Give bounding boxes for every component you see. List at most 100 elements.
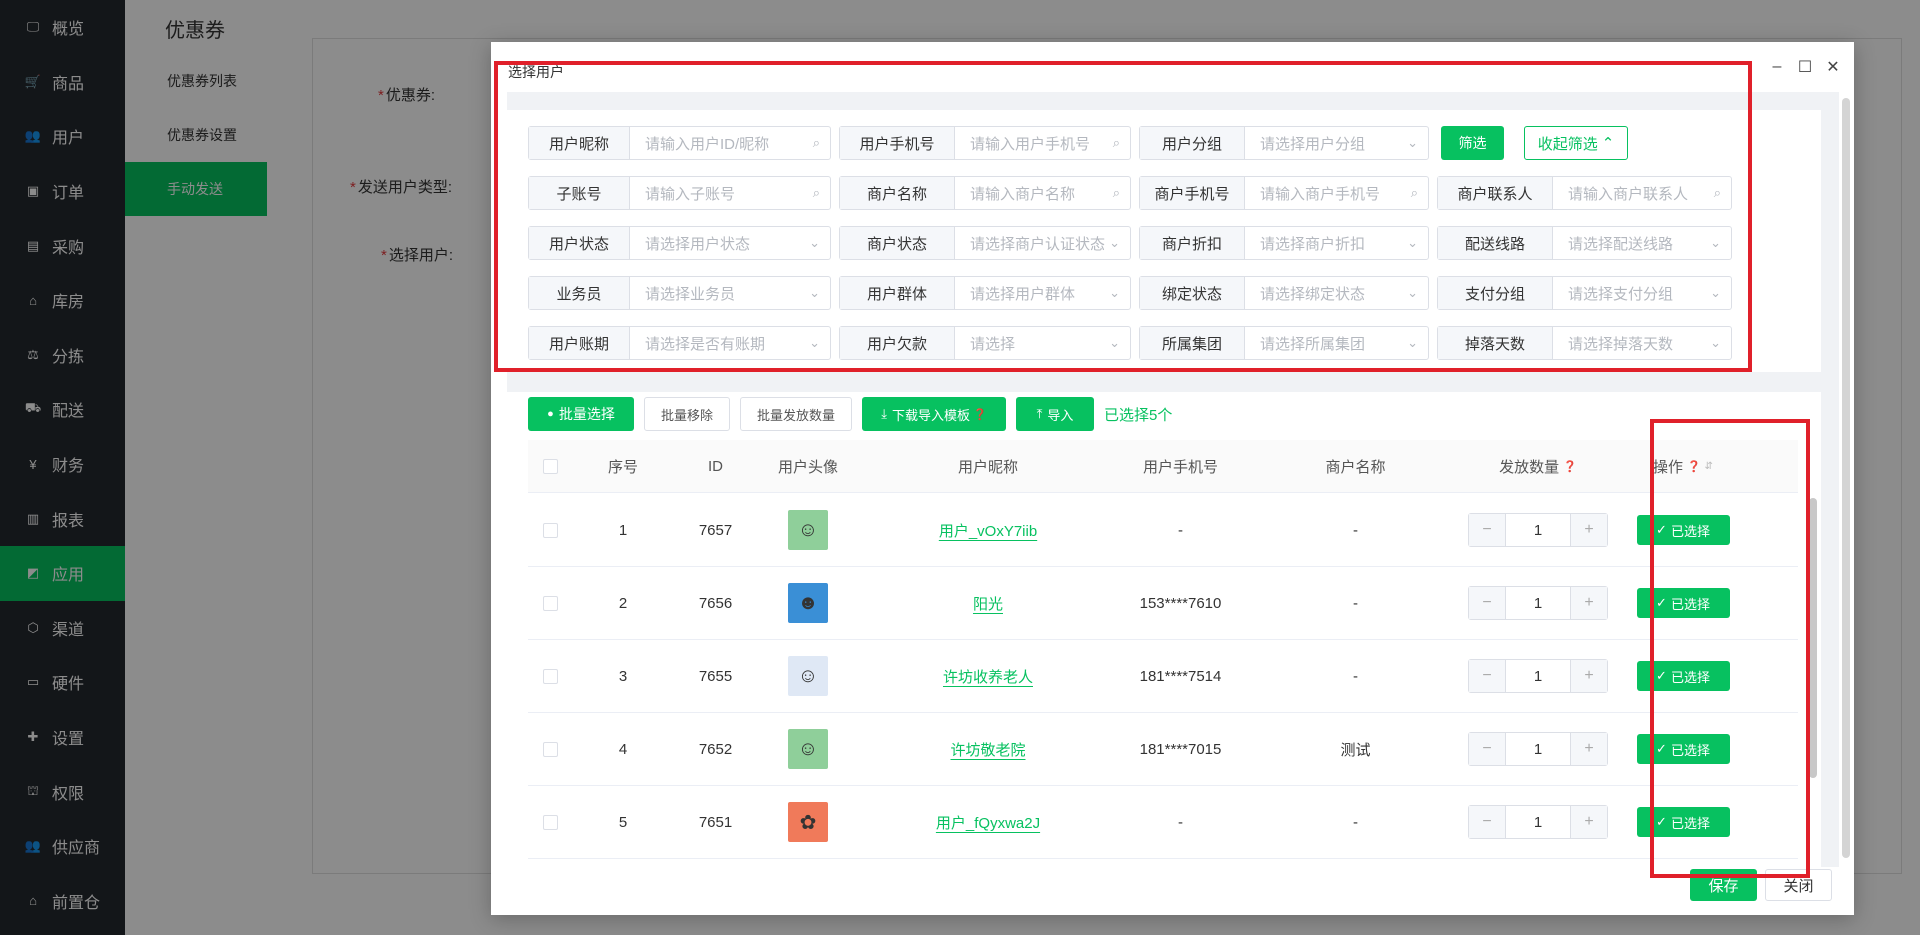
chevron-down-icon: ⌄ [1710,285,1721,300]
filter-select[interactable]: 请选择用户群体 ⌄ [955,277,1130,309]
collapse-filter-button[interactable]: 收起筛选 ⌃ [1524,126,1628,160]
filter-select[interactable]: 请选择掉落天数 ⌄ [1553,327,1731,359]
filter-row2-0: 子账号 请输入子账号 ⌕ [528,176,831,210]
nickname-link[interactable]: 用户_vOxY7iib [939,520,1037,541]
quantity-input[interactable]: 1 [1505,806,1571,838]
avatar: ✿ [788,802,828,842]
download-template-button[interactable]: ⤓ 下载导入模板 ❓ [862,397,1006,431]
table-row: 5 7651 ✿ 用户_fQyxwa2J - - −1 + ✓ 已选择 [528,786,1798,859]
quantity-input[interactable]: 1 [1505,587,1571,619]
upload-icon: ⤒ [1036,406,1043,421]
table-scrollbar[interactable] [1809,498,1817,778]
table-row: 3 7655 ☺ 许坊收养老人 181****7514 - −1 + ✓ 已选择 [528,640,1798,713]
quantity-stepper: −1 + [1468,513,1608,547]
row-checkbox[interactable] [543,595,558,611]
row-merchant: - [1353,594,1358,612]
filter-placeholder: 请选择绑定状态 [1260,285,1366,303]
row-merchant: 测试 [1340,741,1371,759]
nickname-link[interactable]: 许坊敬老院 [950,739,1025,760]
filter-button[interactable]: 筛选 [1441,126,1504,160]
row-index: 2 [618,594,628,612]
filter-select[interactable]: 请选择商户折扣 ⌄ [1245,227,1428,259]
save-button[interactable]: 保存 [1690,869,1757,901]
plus-icon[interactable]: + [1571,587,1607,619]
table-row: 2 7656 ☻ 阳光 153****7610 - −1 + ✓ 已选择 [528,567,1798,640]
quantity-stepper: −1 + [1468,586,1608,620]
collapse-filter-label: 收起筛选 [1537,135,1598,153]
selected-button[interactable]: ✓ 已选择 [1636,807,1730,837]
filter-label: 所属集团 [1140,327,1245,359]
filter-select[interactable]: 请选择是否有账期 ⌄ [630,327,830,359]
minus-icon[interactable]: − [1469,514,1505,546]
plus-icon[interactable]: + [1571,660,1607,692]
row-checkbox[interactable] [543,522,558,538]
close-icon[interactable]: ✕ [1826,59,1840,76]
select-all-checkbox[interactable] [543,458,558,474]
avatar: ☺ [788,510,828,550]
row-checkbox[interactable] [543,814,558,830]
nickname-link[interactable]: 许坊收养老人 [943,666,1033,687]
selected-button[interactable]: ✓ 已选择 [1636,661,1730,691]
row-checkbox[interactable] [543,668,558,684]
filter-input[interactable]: 请输入商户手机号 ⌕ [1245,177,1428,209]
filter-input[interactable]: 请输入商户联系人 ⌕ [1553,177,1731,209]
modal-scrollbar[interactable] [1842,98,1850,858]
minus-icon[interactable]: − [1469,587,1505,619]
quantity-input[interactable]: 1 [1505,514,1571,546]
nickname-link[interactable]: 用户_fQyxwa2J [936,812,1040,833]
close-button[interactable]: 关闭 [1765,869,1832,901]
sort-icon[interactable]: ⇵ [1705,461,1713,472]
filter-placeholder: 请选择商户认证状态 [970,235,1106,253]
row-checkbox[interactable] [543,741,558,757]
avatar: ☺ [788,656,828,696]
filter-select[interactable]: 请选择用户分组 ⌄ [1245,127,1428,159]
minimize-icon[interactable]: – [1770,58,1784,75]
filter-select[interactable]: 请选择商户认证状态 ⌄ [955,227,1130,259]
col-phone: 用户手机号 [1142,458,1218,476]
filter-select[interactable]: 请选择绑定状态 ⌄ [1245,277,1428,309]
filter-label: 掉落天数 [1438,327,1553,359]
filter-select[interactable]: 请选择用户状态 ⌄ [630,227,830,259]
minus-icon[interactable]: − [1469,733,1505,765]
quantity-input[interactable]: 1 [1505,660,1571,692]
filter-input[interactable]: 请输入用户ID/昵称 ⌕ [630,127,830,159]
plus-icon[interactable]: + [1571,806,1607,838]
chevron-down-icon: ⌄ [1407,285,1418,300]
filter-row1-1: 用户手机号 请输入用户手机号 ⌕ [839,126,1131,160]
import-button[interactable]: ⤒ 导入 [1016,397,1094,431]
minus-icon[interactable]: − [1469,660,1505,692]
filter-select[interactable]: 请选择支付分组 ⌄ [1553,277,1731,309]
filter-input[interactable]: 请输入子账号 ⌕ [630,177,830,209]
batch-quantity-button[interactable]: 批量发放数量 [740,397,852,431]
plus-icon[interactable]: + [1571,514,1607,546]
filter-placeholder: 请选择用户状态 [645,235,751,253]
filter-select[interactable]: 请选择所属集团 ⌄ [1245,327,1428,359]
filter-input[interactable]: 请输入商户名称 ⌕ [955,177,1130,209]
table-row: 1 7657 ☺ 用户_vOxY7iib - - −1 + ✓ 已选择 [528,494,1798,567]
batch-select-button[interactable]: ● 批量选择 [528,397,634,431]
filter-select[interactable]: 请选择 ⌄ [955,327,1130,359]
filter-row3-2: 商户折扣 请选择商户折扣 ⌄ [1139,226,1429,260]
filter-label: 商户名称 [840,177,955,209]
nickname-link[interactable]: 阳光 [973,593,1003,614]
selected-button[interactable]: ✓ 已选择 [1636,515,1730,545]
col-index: 序号 [607,458,638,476]
row-phone: 181****7514 [1139,667,1222,685]
chevron-down-icon: ⌄ [1407,235,1418,250]
filter-label: 商户状态 [840,227,955,259]
selected-button[interactable]: ✓ 已选择 [1636,588,1730,618]
plus-icon[interactable]: + [1571,733,1607,765]
chevron-down-icon: ⌄ [809,335,820,350]
chevron-down-icon: ⌄ [809,235,820,250]
filter-select[interactable]: 请选择业务员 ⌄ [630,277,830,309]
quantity-input[interactable]: 1 [1505,733,1571,765]
user-table-panel: ● 批量选择 批量移除 批量发放数量 ⤓ 下载导入模板 ❓ ⤒ 导入 已选择5个 序号 … [507,392,1821,867]
selected-button[interactable]: ✓ 已选择 [1636,734,1730,764]
filter-label: 用户手机号 [840,127,955,159]
filter-select[interactable]: 请选择配送线路 ⌄ [1553,227,1731,259]
minus-icon[interactable]: − [1469,806,1505,838]
col-id: ID [708,457,723,475]
filter-input[interactable]: 请输入用户手机号 ⌕ [955,127,1130,159]
batch-remove-button[interactable]: 批量移除 [644,397,730,431]
maximize-icon[interactable]: ☐ [1798,59,1812,76]
